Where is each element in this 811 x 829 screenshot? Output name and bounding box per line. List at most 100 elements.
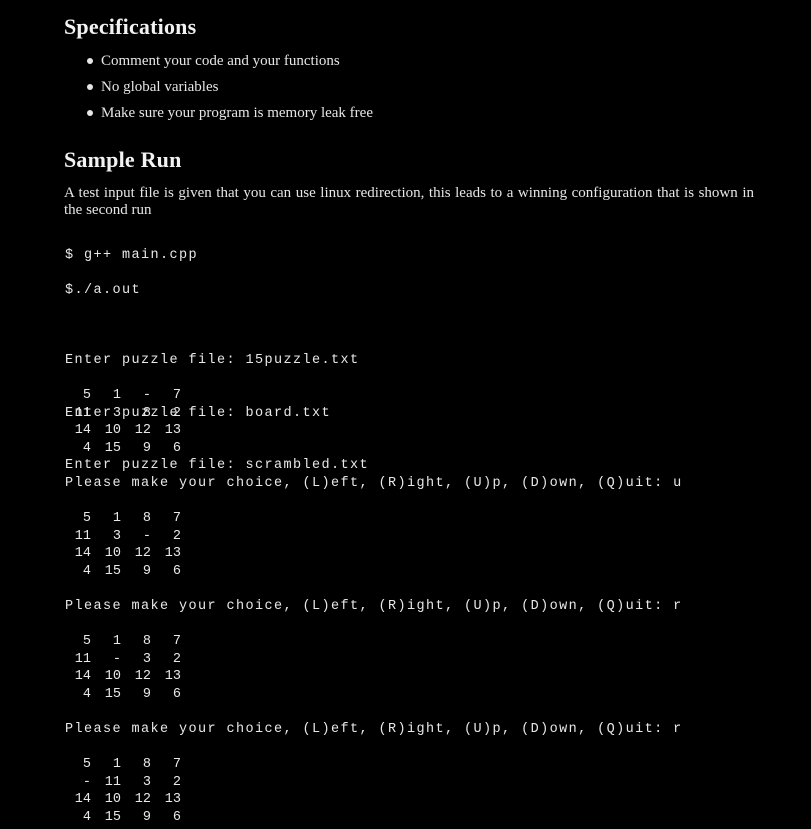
board-cell: 5 xyxy=(82,757,91,772)
board-cell: 7 xyxy=(172,511,181,526)
board-row: 5 1 - 7 xyxy=(65,387,181,405)
board-cell: 12 xyxy=(134,792,151,807)
list-item: No global variables xyxy=(86,77,373,103)
board-cell: 8 xyxy=(142,405,151,421)
board-cell: 14 xyxy=(74,669,91,684)
board-row: 5 1 8 7 xyxy=(65,510,181,528)
specifications-heading: Specifications xyxy=(64,14,197,39)
board-cell: 4 xyxy=(82,563,91,579)
board-cell: 2 xyxy=(172,774,181,790)
board-cell: 1 xyxy=(112,388,121,403)
board-cell: 9 xyxy=(142,809,151,825)
board-cell: 7 xyxy=(172,757,181,772)
choice-prompt: Please make your choice, (L)eft, (R)ight… xyxy=(65,599,683,614)
board-cell: 5 xyxy=(82,388,91,403)
board-cell: 14 xyxy=(74,792,91,807)
board-cell: 6 xyxy=(172,686,181,702)
board-cell: 13 xyxy=(164,546,181,561)
puzzle-board: 5 1 8 7 11 3 - 2 14 10 12 13 4 15 9 6 xyxy=(65,510,181,580)
board-cell: 9 xyxy=(142,440,151,456)
board-cell: 12 xyxy=(134,669,151,684)
run-command: $./a.out xyxy=(65,283,142,298)
board-cell: 3 xyxy=(142,774,151,790)
board-cell: 5 xyxy=(82,634,91,649)
puzzle-board: 5 1 8 7 - 11 3 2 14 10 12 13 4 15 9 6 xyxy=(65,756,181,826)
board-cell: 11 xyxy=(74,405,91,421)
board-row: 14 10 12 13 xyxy=(65,545,181,563)
board-cell: 15 xyxy=(104,440,121,456)
board-row: 5 1 8 7 xyxy=(65,633,181,651)
board-cell: 2 xyxy=(172,528,181,544)
board-cell: - xyxy=(82,774,91,790)
list-item-text: No global variables xyxy=(101,79,219,95)
board-row: 11 3 - 2 xyxy=(65,528,181,546)
board-cell: 13 xyxy=(164,669,181,684)
board-cell: 11 xyxy=(74,651,91,667)
board-cell: 12 xyxy=(134,546,151,561)
board-cell: 10 xyxy=(104,546,121,561)
sample-run-description: A test input file is given that you can … xyxy=(64,185,754,218)
list-item-text: Make sure your program is memory leak fr… xyxy=(101,105,373,121)
board-cell: 6 xyxy=(172,809,181,825)
board-row: 4 15 9 6 xyxy=(65,440,181,458)
board-cell: 15 xyxy=(104,686,121,702)
board-row: - 11 3 2 xyxy=(65,774,181,792)
board-cell: 4 xyxy=(82,809,91,825)
board-cell: 3 xyxy=(112,405,121,421)
board-cell: 1 xyxy=(112,511,121,526)
board-row: 4 15 9 6 xyxy=(65,686,181,704)
board-cell: 10 xyxy=(104,792,121,807)
file-prompt-line: Enter puzzle file: scrambled.txt xyxy=(65,458,370,473)
board-cell: 8 xyxy=(142,757,151,772)
puzzle-board: 5 1 8 7 11 - 3 2 14 10 12 13 4 15 9 6 xyxy=(65,633,181,703)
puzzle-board: 5 1 - 7 11 3 8 2 14 10 12 13 4 15 9 6 xyxy=(65,387,181,457)
board-cell: 7 xyxy=(172,388,181,403)
board-cell: 4 xyxy=(82,440,91,456)
board-cell: 14 xyxy=(74,546,91,561)
board-cell: 12 xyxy=(134,423,151,438)
board-cell: 5 xyxy=(82,511,91,526)
board-cell: 13 xyxy=(164,792,181,807)
board-cell: 2 xyxy=(172,651,181,667)
board-cell: 11 xyxy=(104,774,121,790)
board-cell: 3 xyxy=(112,528,121,544)
board-cell: 10 xyxy=(104,669,121,684)
board-cell: 4 xyxy=(82,686,91,702)
board-cell: 11 xyxy=(74,528,91,544)
choice-prompt: Please make your choice, (L)eft, (R)ight… xyxy=(65,722,683,737)
bullet-icon xyxy=(87,58,93,64)
board-row: 14 10 12 13 xyxy=(65,791,181,809)
board-cell: 8 xyxy=(142,634,151,649)
bullet-icon xyxy=(87,110,93,116)
board-cell: - xyxy=(112,651,121,667)
board-cell: 15 xyxy=(104,809,121,825)
board-cell: 1 xyxy=(112,757,121,772)
board-cell: 1 xyxy=(112,634,121,649)
board-cell: - xyxy=(142,388,151,403)
board-cell: 9 xyxy=(142,563,151,579)
board-cell: 15 xyxy=(104,563,121,579)
board-cell: 6 xyxy=(172,563,181,579)
board-row: 5 1 8 7 xyxy=(65,756,181,774)
board-cell: - xyxy=(142,528,151,544)
board-cell: 3 xyxy=(142,651,151,667)
board-cell: 7 xyxy=(172,634,181,649)
choice-prompt: Please make your choice, (L)eft, (R)ight… xyxy=(65,476,683,491)
bullet-icon xyxy=(87,84,93,90)
board-row: 4 15 9 6 xyxy=(65,809,181,827)
board-row: 14 10 12 13 xyxy=(65,422,181,440)
board-cell: 2 xyxy=(172,405,181,421)
board-row: 4 15 9 6 xyxy=(65,563,181,581)
board-cell: 6 xyxy=(172,440,181,456)
list-item: Comment your code and your functions xyxy=(86,51,373,77)
board-cell: 13 xyxy=(164,423,181,438)
specifications-list: Comment your code and your functions No … xyxy=(86,51,373,129)
board-row: 14 10 12 13 xyxy=(65,668,181,686)
board-cell: 14 xyxy=(74,423,91,438)
compile-command: $ g++ main.cpp xyxy=(65,248,199,263)
board-cell: 10 xyxy=(104,423,121,438)
board-row: 11 - 3 2 xyxy=(65,651,181,669)
file-prompt-line: Enter puzzle file: 15puzzle.txt xyxy=(65,353,360,368)
sample-run-heading: Sample Run xyxy=(64,147,182,172)
list-item-text: Comment your code and your functions xyxy=(101,53,340,69)
